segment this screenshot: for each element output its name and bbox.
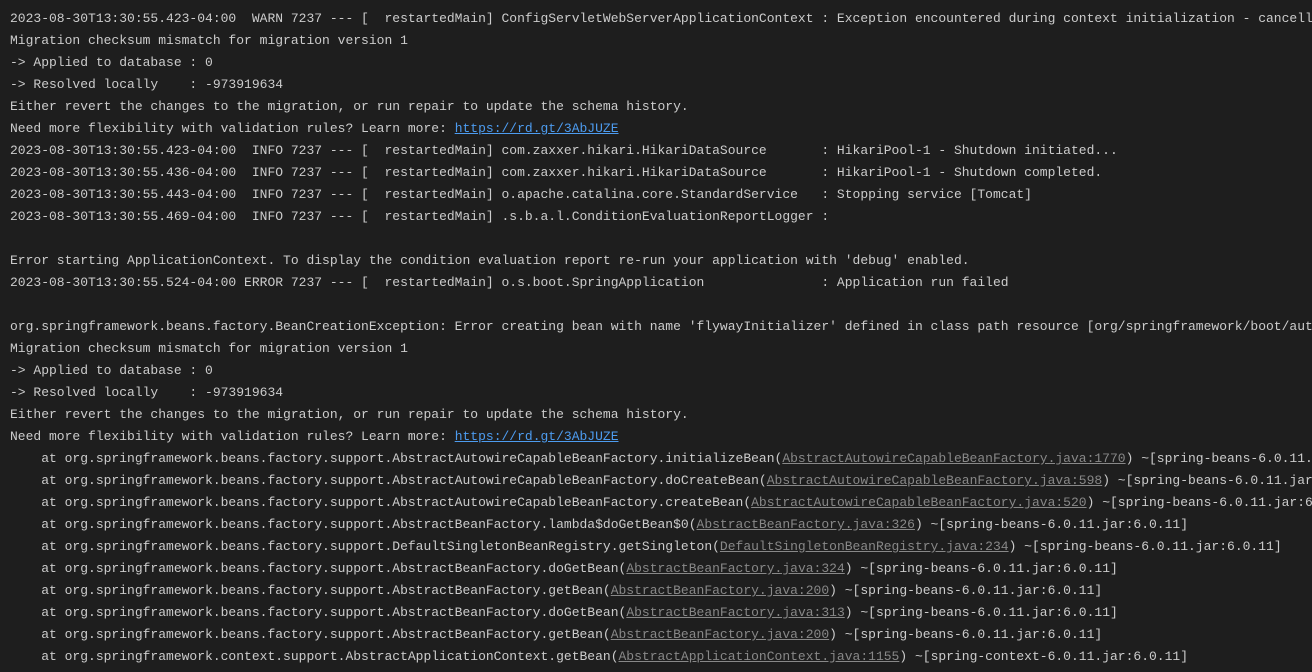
stacktrace-prefix: at org.springframework.beans.factory.sup…	[10, 561, 626, 576]
log-line: at org.springframework.beans.factory.sup…	[10, 558, 1302, 580]
log-line: -> Applied to database : 0	[10, 52, 1302, 74]
stacktrace-prefix: at org.springframework.beans.factory.sup…	[10, 473, 767, 488]
log-line: Migration checksum mismatch for migratio…	[10, 30, 1302, 52]
stacktrace-suffix: ) ~[spring-context-6.0.11.jar:6.0.11]	[899, 649, 1188, 664]
source-file-link[interactable]: AbstractAutowireCapableBeanFactory.java:…	[751, 495, 1086, 510]
log-line: at org.springframework.beans.factory.sup…	[10, 602, 1302, 624]
log-text: 2023-08-30T13:30:55.469-04:00 INFO 7237 …	[10, 209, 829, 224]
stacktrace-prefix: at org.springframework.context.support.A…	[10, 649, 619, 664]
log-text: 2023-08-30T13:30:55.423-04:00 WARN 7237 …	[10, 11, 1312, 26]
log-text: Migration checksum mismatch for migratio…	[10, 341, 408, 356]
stacktrace-prefix: at org.springframework.beans.factory.sup…	[10, 605, 626, 620]
log-line: 2023-08-30T13:30:55.423-04:00 INFO 7237 …	[10, 140, 1302, 162]
log-text: -> Applied to database : 0	[10, 55, 213, 70]
log-text: 2023-08-30T13:30:55.436-04:00 INFO 7237 …	[10, 165, 1102, 180]
log-text: 2023-08-30T13:30:55.423-04:00 INFO 7237 …	[10, 143, 1118, 158]
log-text	[10, 297, 18, 312]
log-text: Either revert the changes to the migrati…	[10, 99, 689, 114]
source-file-link[interactable]: AbstractApplicationContext.java:1155	[619, 649, 900, 664]
log-line: Error starting ApplicationContext. To di…	[10, 250, 1302, 272]
log-line: at org.springframework.beans.factory.sup…	[10, 514, 1302, 536]
log-text: org.springframework.beans.factory.BeanCr…	[10, 319, 1312, 334]
log-line: -> Resolved locally : -973919634	[10, 382, 1302, 404]
stacktrace-suffix: ) ~[spring-beans-6.0.11.jar:6.0.11]	[829, 627, 1102, 642]
stacktrace-prefix: at org.springframework.beans.factory.sup…	[10, 495, 751, 510]
log-line	[10, 228, 1302, 250]
log-line: 2023-08-30T13:30:55.443-04:00 INFO 7237 …	[10, 184, 1302, 206]
external-url-link[interactable]: https://rd.gt/3AbJUZE	[455, 121, 619, 136]
stacktrace-suffix: ) ~[spring-beans-6.0.11.jar:6	[1087, 495, 1312, 510]
log-line: Need more flexibility with validation ru…	[10, 426, 1302, 448]
source-file-link[interactable]: AbstractBeanFactory.java:200	[611, 583, 829, 598]
stacktrace-prefix: at org.springframework.beans.factory.sup…	[10, 517, 697, 532]
log-line: at org.springframework.beans.factory.sup…	[10, 492, 1302, 514]
stacktrace-prefix: at org.springframework.beans.factory.sup…	[10, 627, 611, 642]
log-text: Migration checksum mismatch for migratio…	[10, 33, 408, 48]
source-file-link[interactable]: DefaultSingletonBeanRegistry.java:234	[720, 539, 1009, 554]
stacktrace-suffix: ) ~[spring-beans-6.0.11.jar:6.0.11]	[845, 605, 1118, 620]
source-file-link[interactable]: AbstractAutowireCapableBeanFactory.java:…	[767, 473, 1102, 488]
source-file-link[interactable]: AbstractBeanFactory.java:324	[626, 561, 844, 576]
log-line: Either revert the changes to the migrati…	[10, 404, 1302, 426]
stacktrace-suffix: ) ~[spring-beans-6.0.11.jar:6.0.11]	[915, 517, 1188, 532]
log-text: Error starting ApplicationContext. To di…	[10, 253, 970, 268]
stacktrace-suffix: ) ~[spring-beans-6.0.11.jar:6.0.11]	[845, 561, 1118, 576]
log-line: at org.springframework.beans.factory.sup…	[10, 624, 1302, 646]
stacktrace-suffix: ) ~[spring-beans-6.0.11.jar:6.0.11]	[829, 583, 1102, 598]
console-output[interactable]: 2023-08-30T13:30:55.423-04:00 WARN 7237 …	[10, 8, 1302, 668]
log-text: Need more flexibility with validation ru…	[10, 429, 455, 444]
log-text: 2023-08-30T13:30:55.443-04:00 INFO 7237 …	[10, 187, 1032, 202]
log-line: -> Applied to database : 0	[10, 360, 1302, 382]
source-file-link[interactable]: AbstractAutowireCapableBeanFactory.java:…	[782, 451, 1125, 466]
log-line: Migration checksum mismatch for migratio…	[10, 338, 1302, 360]
log-line: 2023-08-30T13:30:55.436-04:00 INFO 7237 …	[10, 162, 1302, 184]
log-line: at org.springframework.beans.factory.sup…	[10, 580, 1302, 602]
source-file-link[interactable]: AbstractBeanFactory.java:200	[611, 627, 829, 642]
log-line: -> Resolved locally : -973919634	[10, 74, 1302, 96]
stacktrace-prefix: at org.springframework.beans.factory.sup…	[10, 539, 720, 554]
log-line: Either revert the changes to the migrati…	[10, 96, 1302, 118]
source-file-link[interactable]: AbstractBeanFactory.java:313	[626, 605, 844, 620]
log-text: Either revert the changes to the migrati…	[10, 407, 689, 422]
log-line: 2023-08-30T13:30:55.524-04:00 ERROR 7237…	[10, 272, 1302, 294]
stacktrace-prefix: at org.springframework.beans.factory.sup…	[10, 583, 611, 598]
log-line	[10, 294, 1302, 316]
log-line: 2023-08-30T13:30:55.469-04:00 INFO 7237 …	[10, 206, 1302, 228]
log-text	[10, 231, 18, 246]
log-line: at org.springframework.beans.factory.sup…	[10, 448, 1302, 470]
log-line: 2023-08-30T13:30:55.423-04:00 WARN 7237 …	[10, 8, 1302, 30]
source-file-link[interactable]: AbstractBeanFactory.java:326	[697, 517, 915, 532]
stacktrace-suffix: ) ~[spring-beans-6.0.11.	[1126, 451, 1312, 466]
log-line: at org.springframework.beans.factory.sup…	[10, 470, 1302, 492]
log-text: 2023-08-30T13:30:55.524-04:00 ERROR 7237…	[10, 275, 1009, 290]
log-line: at org.springframework.context.support.A…	[10, 646, 1302, 668]
log-line: at org.springframework.beans.factory.sup…	[10, 536, 1302, 558]
log-line: Need more flexibility with validation ru…	[10, 118, 1302, 140]
log-text: -> Applied to database : 0	[10, 363, 213, 378]
log-text: Need more flexibility with validation ru…	[10, 121, 455, 136]
log-text: -> Resolved locally : -973919634	[10, 385, 283, 400]
stacktrace-suffix: ) ~[spring-beans-6.0.11.jar	[1102, 473, 1312, 488]
stacktrace-suffix: ) ~[spring-beans-6.0.11.jar:6.0.11]	[1009, 539, 1282, 554]
external-url-link[interactable]: https://rd.gt/3AbJUZE	[455, 429, 619, 444]
log-text: -> Resolved locally : -973919634	[10, 77, 283, 92]
log-line: org.springframework.beans.factory.BeanCr…	[10, 316, 1302, 338]
stacktrace-prefix: at org.springframework.beans.factory.sup…	[10, 451, 782, 466]
